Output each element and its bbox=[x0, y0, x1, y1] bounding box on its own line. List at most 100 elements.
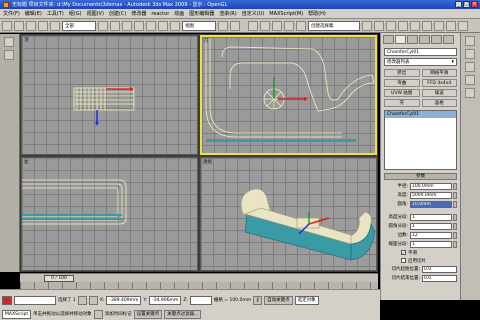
modifier-button[interactable]: 壳 bbox=[384, 99, 420, 107]
menu-edit[interactable]: 编辑(E) bbox=[25, 10, 42, 17]
time-tag-icon[interactable] bbox=[93, 309, 103, 319]
smooth-checkbox[interactable]: ✓ bbox=[401, 250, 406, 255]
modifier-button[interactable]: 网格平滑 bbox=[421, 69, 457, 77]
key-filters-button[interactable]: 关键点过滤器... bbox=[164, 309, 202, 319]
window-crossing-icon[interactable] bbox=[134, 20, 144, 31]
smooth-checkbox-row[interactable]: ✓ 平滑 bbox=[401, 249, 457, 256]
menu-modifiers[interactable]: 修改器 bbox=[131, 10, 146, 17]
mirror-icon[interactable] bbox=[362, 20, 372, 31]
parameters-rollout-header[interactable]: 参数 bbox=[384, 173, 457, 180]
menu-help[interactable]: 帮助(H) bbox=[308, 10, 326, 17]
spinner-icon[interactable] bbox=[453, 231, 457, 239]
sides-field[interactable]: 12 bbox=[410, 231, 452, 239]
object-name-field[interactable]: ChamferCyl01 bbox=[384, 48, 457, 56]
maxscript-listener-icon[interactable] bbox=[2, 295, 12, 305]
menu-file[interactable]: 文件(F) bbox=[3, 10, 20, 17]
slice-from-field[interactable]: 0.0 bbox=[422, 265, 457, 273]
viewport-left[interactable]: 左 bbox=[21, 157, 198, 271]
fillet-field[interactable]: 10.0mm bbox=[410, 200, 452, 208]
modifier-button[interactable]: 晶格 bbox=[421, 99, 457, 107]
modify-tab-icon[interactable] bbox=[395, 35, 406, 44]
fillet-segs-field[interactable]: 1 bbox=[410, 222, 452, 230]
modifier-stack[interactable]: ChamferCyl01 bbox=[384, 110, 457, 170]
bind-space-warp-icon[interactable] bbox=[50, 20, 60, 31]
menu-rendering[interactable]: 渲染(R) bbox=[219, 10, 236, 17]
menu-group[interactable]: 组(G) bbox=[69, 10, 82, 17]
select-scale-icon[interactable] bbox=[170, 20, 180, 31]
maxscript-label[interactable]: MAXScript bbox=[2, 309, 32, 319]
show-result-icon[interactable] bbox=[465, 49, 475, 59]
maxscript-mini-listener[interactable] bbox=[14, 295, 56, 305]
undo-icon[interactable] bbox=[2, 20, 12, 31]
viewport-perspective[interactable]: 透视 bbox=[200, 157, 377, 271]
menu-customize[interactable]: 自定义(U) bbox=[242, 10, 265, 17]
curve-editor-icon[interactable] bbox=[398, 20, 408, 31]
make-unique-icon[interactable] bbox=[465, 62, 475, 72]
render-setup-icon[interactable] bbox=[434, 20, 444, 31]
rendered-frame-icon[interactable] bbox=[446, 20, 456, 31]
height-field[interactable]: 5000.0mm bbox=[410, 191, 452, 199]
stack-item[interactable]: ChamferCyl01 bbox=[385, 111, 456, 118]
z-coord-field[interactable] bbox=[189, 295, 212, 305]
spinner-icon[interactable] bbox=[453, 222, 457, 230]
schematic-view-icon[interactable] bbox=[410, 20, 420, 31]
time-slider-thumb[interactable]: 0 / 100 bbox=[44, 275, 74, 282]
link-icon[interactable] bbox=[26, 20, 36, 31]
radius-field[interactable]: 100.0mm bbox=[410, 182, 452, 190]
rect-selection-icon[interactable] bbox=[122, 20, 132, 31]
close-button[interactable]: × bbox=[471, 1, 478, 8]
unlink-icon[interactable] bbox=[38, 20, 48, 31]
x-coord-field[interactable]: -389.409mm bbox=[106, 295, 142, 305]
menu-views[interactable]: 视图(V) bbox=[87, 10, 104, 17]
set-key-button[interactable]: 设置关键点 bbox=[133, 309, 163, 319]
pivot-center-icon[interactable] bbox=[218, 20, 228, 31]
absolute-mode-icon[interactable] bbox=[88, 295, 98, 305]
configure-sets-icon[interactable] bbox=[465, 88, 475, 98]
reference-coord-select[interactable]: 视图 bbox=[182, 20, 216, 31]
y-coord-field[interactable]: -34.906mm bbox=[149, 295, 182, 305]
auto-key-button[interactable]: 自动关键点 bbox=[264, 295, 293, 305]
menu-graph-editors[interactable]: 图形编辑器 bbox=[189, 10, 214, 17]
selected-set-select[interactable]: 选定对象 bbox=[294, 295, 319, 305]
time-slider[interactable]: 0 / 100 bbox=[20, 273, 378, 282]
edit-named-sel-icon[interactable] bbox=[296, 20, 306, 31]
viewport-front[interactable]: 前 bbox=[200, 35, 377, 155]
modifier-button[interactable]: 弯曲 bbox=[384, 79, 420, 87]
key-icon[interactable]: ⚷ bbox=[253, 295, 263, 305]
viewport-top[interactable]: 顶 bbox=[21, 35, 198, 155]
align-icon[interactable] bbox=[374, 20, 384, 31]
menu-maxscript[interactable]: MAXScript(M) bbox=[269, 11, 303, 17]
tool-icon[interactable] bbox=[4, 50, 14, 60]
redo-icon[interactable] bbox=[14, 20, 24, 31]
selection-filter-select[interactable]: 全部 bbox=[62, 20, 96, 31]
pin-icon[interactable] bbox=[465, 36, 475, 46]
select-rotate-icon[interactable] bbox=[158, 20, 168, 31]
modifier-button[interactable]: UVW 贴图 bbox=[384, 89, 420, 97]
menu-reactor[interactable]: reactor bbox=[151, 11, 169, 17]
modifier-button[interactable]: 噪波 bbox=[421, 89, 457, 97]
add-time-tag-text[interactable]: 添加时间标记 bbox=[105, 311, 132, 317]
remove-modifier-icon[interactable] bbox=[465, 75, 475, 85]
spinner-icon[interactable] bbox=[453, 200, 457, 208]
manipulate-icon[interactable] bbox=[230, 20, 240, 31]
hierarchy-tab-icon[interactable] bbox=[407, 35, 418, 44]
spinner-icon[interactable] bbox=[453, 182, 457, 190]
slice-on-checkbox[interactable] bbox=[401, 258, 406, 263]
material-editor-icon[interactable] bbox=[422, 20, 432, 31]
slice-to-field[interactable]: 0.0 bbox=[422, 274, 457, 282]
modifier-button[interactable]: 挤出 bbox=[384, 69, 420, 77]
display-tab-icon[interactable] bbox=[431, 35, 442, 44]
render-icon[interactable] bbox=[458, 20, 468, 31]
slice-on-checkbox-row[interactable]: 启用切片 bbox=[401, 257, 457, 264]
menu-animation[interactable]: 动画 bbox=[174, 10, 184, 17]
select-object-icon[interactable] bbox=[98, 20, 108, 31]
snap-icon[interactable] bbox=[248, 20, 258, 31]
spinner-icon[interactable] bbox=[453, 213, 457, 221]
modifier-button[interactable]: FFD 4x4x4 bbox=[421, 79, 457, 87]
utilities-tab-icon[interactable] bbox=[443, 35, 454, 44]
track-bar[interactable] bbox=[20, 282, 378, 289]
lock-selection-icon[interactable] bbox=[77, 295, 87, 305]
menu-create[interactable]: 创建(C) bbox=[109, 10, 126, 17]
select-move-icon[interactable] bbox=[146, 20, 156, 31]
menu-tools[interactable]: 工具(T) bbox=[47, 10, 64, 17]
